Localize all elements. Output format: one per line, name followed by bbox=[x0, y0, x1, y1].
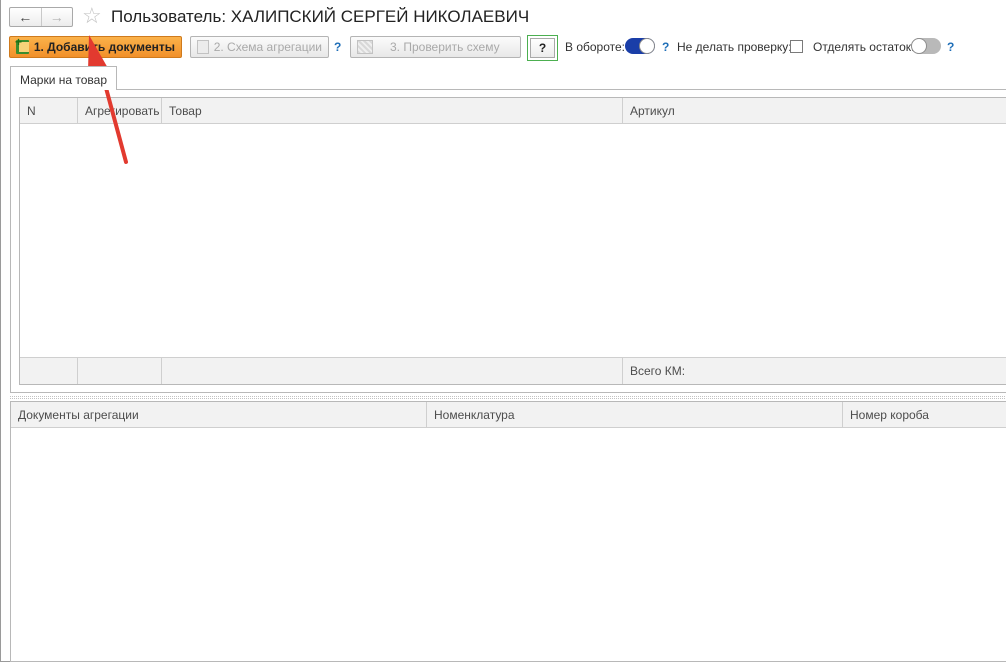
marks-table[interactable]: N Агрегировать Товар Артикул Всего КМ: bbox=[19, 97, 1006, 385]
footer-cell bbox=[78, 358, 162, 384]
add-documents-button[interactable]: 1. Добавить документы bbox=[9, 35, 182, 58]
check-scheme-button[interactable]: 3. Проверить схему bbox=[350, 36, 521, 58]
back-arrow-icon: ← bbox=[18, 9, 33, 25]
column-header-article[interactable]: Артикул bbox=[623, 98, 1006, 123]
toggle-knob bbox=[911, 38, 927, 54]
no-check-label: Не делать проверку: bbox=[677, 40, 792, 54]
check-scheme-icon bbox=[357, 40, 373, 54]
navigation-buttons: ← → bbox=[9, 7, 73, 27]
footer-cell bbox=[162, 358, 623, 384]
tab-marks-on-goods[interactable]: Марки на товар bbox=[10, 66, 117, 90]
in-circulation-toggle[interactable] bbox=[625, 38, 655, 54]
footer-cell bbox=[20, 358, 78, 384]
column-header-aggregate[interactable]: Агрегировать bbox=[78, 98, 162, 123]
panel-splitter[interactable] bbox=[10, 396, 1006, 399]
favorite-star-icon[interactable]: ☆ bbox=[82, 4, 102, 28]
toggle-knob bbox=[639, 38, 655, 54]
help-button[interactable]: ? bbox=[530, 38, 555, 58]
in-circulation-help-link[interactable]: ? bbox=[662, 40, 669, 54]
forward-arrow-icon: → bbox=[49, 9, 64, 25]
add-documents-label: 1. Добавить документы bbox=[33, 40, 175, 54]
toolbar: 1. Добавить документы 2. Схема агрегации… bbox=[1, 35, 1006, 61]
aggregation-scheme-label: 2. Схема агрегации bbox=[213, 40, 322, 54]
check-scheme-label: 3. Проверить схему bbox=[390, 40, 500, 54]
aggregation-documents-table[interactable]: Документы агрегации Номенклатура Номер к… bbox=[10, 401, 1006, 662]
column-header-goods[interactable]: Товар bbox=[162, 98, 623, 123]
marks-table-header: N Агрегировать Товар Артикул bbox=[20, 98, 1006, 124]
window-frame: ← → ☆ Пользователь: ХАЛИПСКИЙ СЕРГЕЙ НИК… bbox=[0, 0, 1006, 662]
column-header-n[interactable]: N bbox=[20, 98, 78, 123]
no-check-checkbox[interactable] bbox=[790, 40, 803, 53]
marks-table-footer: Всего КМ: bbox=[20, 357, 1006, 384]
scheme-icon bbox=[197, 40, 209, 54]
column-header-box-number[interactable]: Номер короба bbox=[843, 402, 1006, 427]
forward-button[interactable]: → bbox=[40, 8, 73, 26]
total-km-label: Всего КМ: bbox=[630, 364, 686, 378]
aggregation-scheme-help-link[interactable]: ? bbox=[334, 40, 341, 54]
page-title: Пользователь: ХАЛИПСКИЙ СЕРГЕЙ НИКОЛАЕВИ… bbox=[111, 7, 530, 26]
column-header-nomenclature[interactable]: Номенклатура bbox=[427, 402, 843, 427]
column-header-aggregation-documents[interactable]: Документы агрегации bbox=[11, 402, 427, 427]
separate-rest-help-link[interactable]: ? bbox=[947, 40, 954, 54]
help-button-highlight: ? bbox=[527, 35, 558, 61]
add-document-icon bbox=[15, 35, 29, 54]
in-circulation-label: В обороте: bbox=[565, 40, 626, 54]
separate-rest-toggle[interactable] bbox=[911, 38, 941, 54]
separate-rest-label: Отделять остаток: bbox=[813, 40, 915, 54]
aggregation-table-header: Документы агрегации Номенклатура Номер к… bbox=[11, 402, 1006, 428]
aggregation-scheme-button[interactable]: 2. Схема агрегации bbox=[190, 36, 329, 58]
back-button[interactable]: ← bbox=[10, 8, 41, 26]
